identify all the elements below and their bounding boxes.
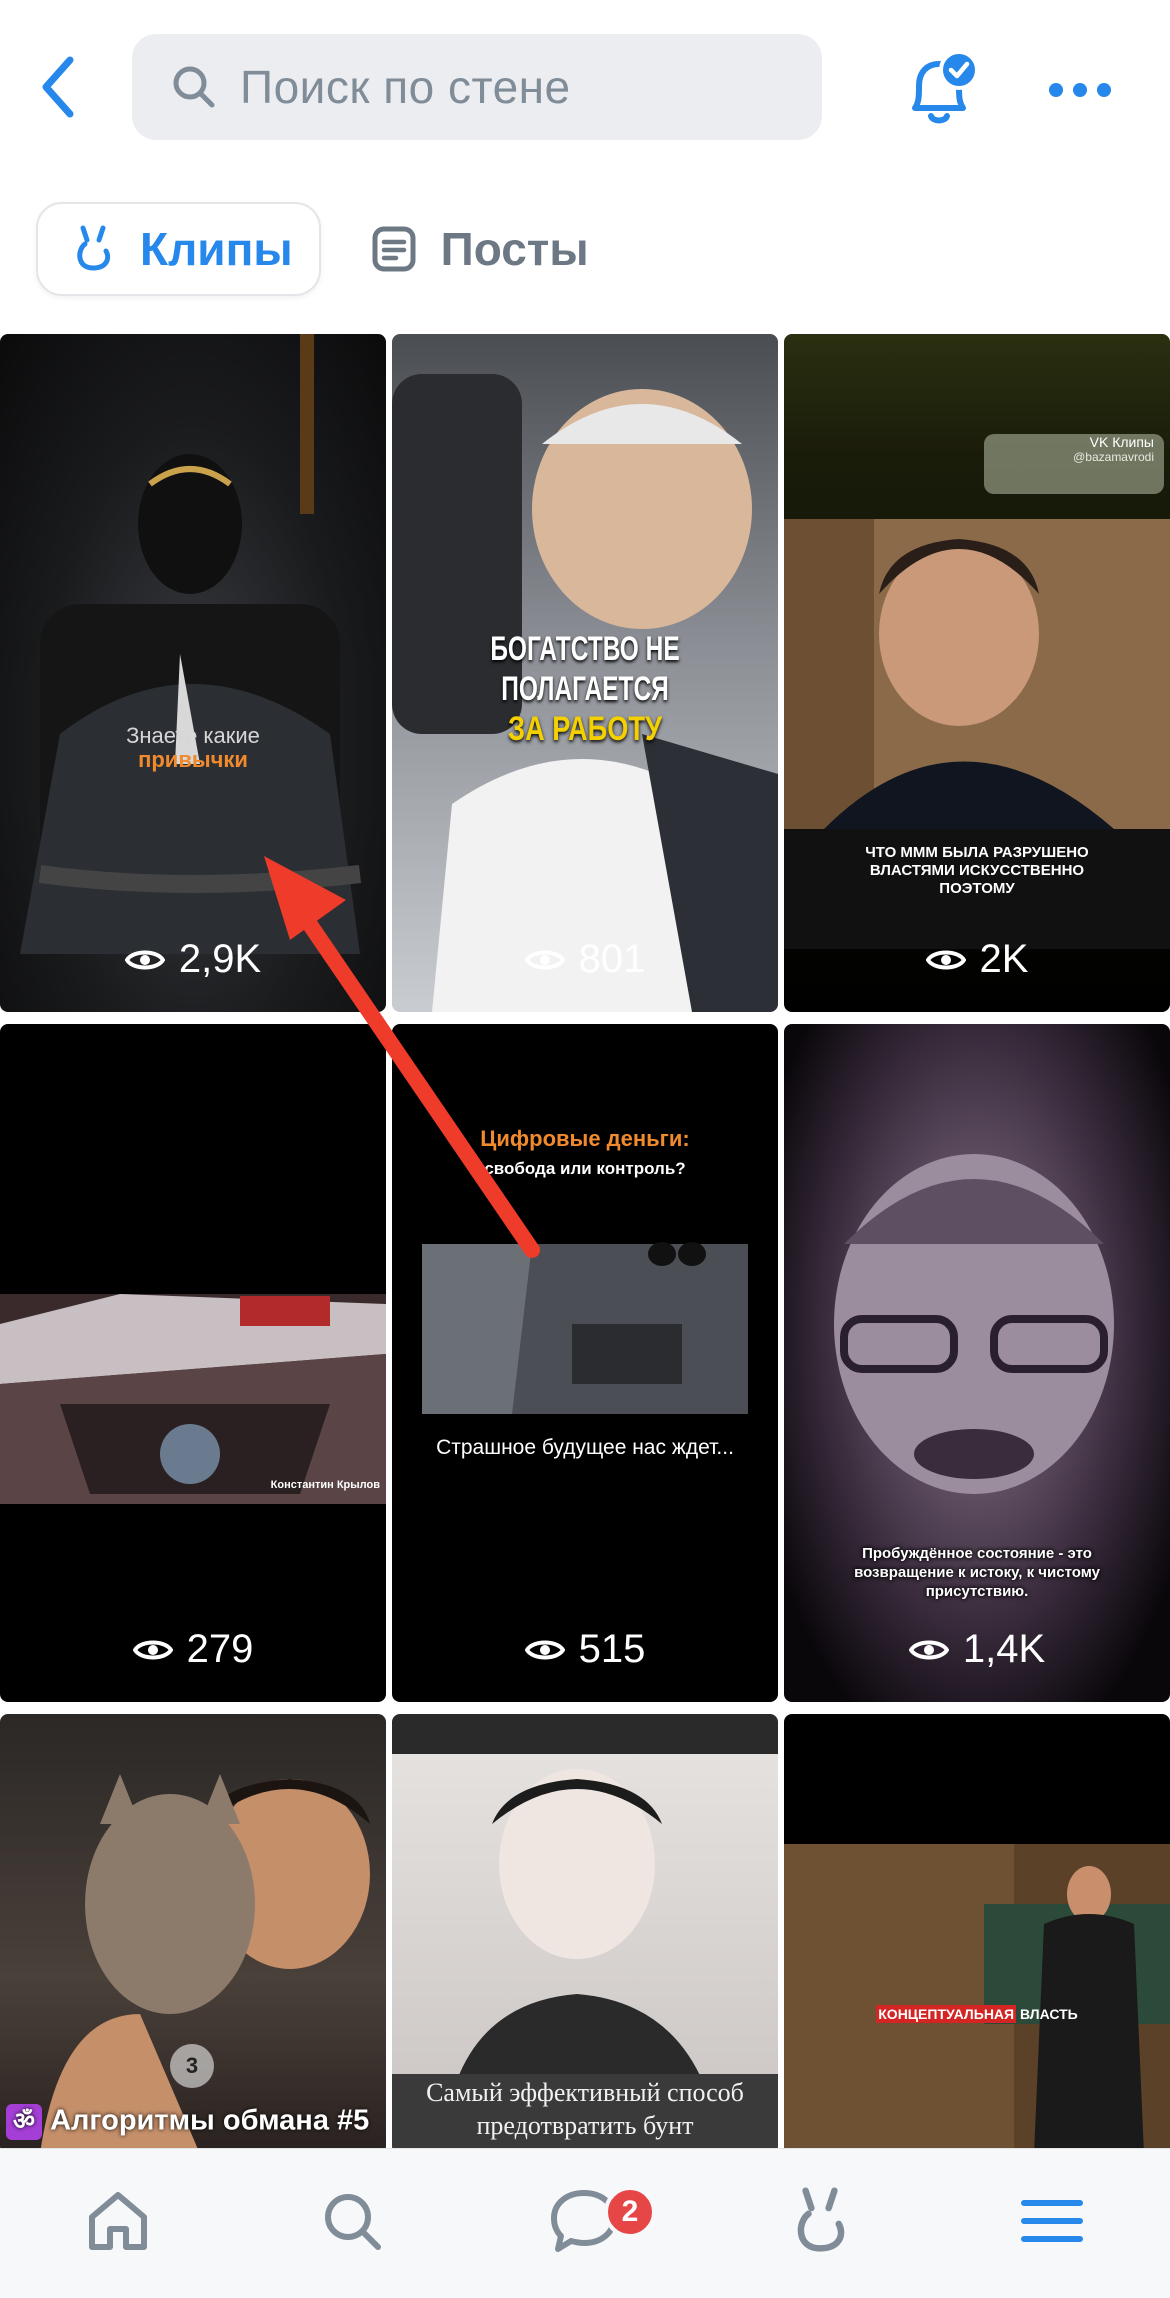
clip-tile[interactable]: Константин Крылов 279 bbox=[0, 1024, 386, 1702]
clip-tile[interactable]: БОГАТСТВО НЕ ПОЛАГАЕТСЯ ЗА РАБОТУ 801 bbox=[392, 334, 778, 1012]
clip-tile[interactable]: КОНЦЕПТУАЛЬНАЯ ВЛАСТЬ bbox=[784, 1714, 1170, 2154]
speaker-name-tag: Константин Крылов bbox=[270, 1479, 380, 1491]
views-counter: 515 bbox=[392, 1627, 778, 1672]
clip-caption: КОНЦЕПТУАЛЬНАЯ ВЛАСТЬ bbox=[876, 2005, 1078, 2023]
clip-thumbnail bbox=[40, 1774, 370, 2154]
clip-caption: Знаете какие привычки bbox=[126, 723, 260, 772]
more-dot-icon bbox=[1073, 83, 1087, 97]
views-counter: 279 bbox=[0, 1627, 386, 1672]
eye-icon bbox=[925, 950, 966, 969]
back-button[interactable] bbox=[28, 52, 88, 122]
clip-caption: Самый эффективный способ предотвратить б… bbox=[426, 2078, 744, 2140]
content-tabs: Клипы Посты bbox=[36, 202, 615, 296]
clip-caption: Страшное будущее нас ждет... bbox=[436, 1436, 734, 1459]
vk-clips-badge: VK Клипы @bazamavrodi bbox=[1073, 434, 1154, 464]
eye-icon bbox=[132, 1640, 173, 1659]
tab-posts[interactable]: Посты bbox=[339, 202, 615, 296]
eye-icon bbox=[524, 1640, 565, 1659]
clip-caption: ॐ Алгоритмы обмана #5 bbox=[6, 2104, 369, 2140]
clip-thumbnail bbox=[20, 334, 362, 954]
bell-check-icon bbox=[912, 50, 979, 124]
more-dot-icon bbox=[1049, 83, 1063, 97]
clip-counter-badge: 3 bbox=[170, 2044, 214, 2088]
nav-menu[interactable] bbox=[1012, 2181, 1092, 2261]
clips-icon bbox=[77, 225, 111, 271]
tab-clips-label: Клипы bbox=[140, 223, 293, 275]
more-button[interactable] bbox=[1040, 55, 1120, 125]
more-dot-icon bbox=[1097, 83, 1111, 97]
views-counter: 2K bbox=[784, 937, 1170, 982]
search-icon bbox=[325, 2194, 381, 2250]
views-counter: 1,4K bbox=[784, 1627, 1170, 1672]
clip-thumbnail bbox=[0, 1294, 386, 1504]
eye-icon bbox=[524, 950, 565, 969]
clips-icon bbox=[797, 2187, 845, 2252]
om-icon: ॐ bbox=[6, 2104, 42, 2140]
clip-thumbnail bbox=[784, 1844, 1170, 2154]
nav-home[interactable] bbox=[78, 2181, 158, 2261]
wall-search-input[interactable]: Поиск по стене bbox=[132, 34, 822, 140]
chevron-left-icon bbox=[42, 56, 74, 118]
notifications-button[interactable] bbox=[895, 50, 985, 130]
clip-caption: БОГАТСТВО НЕ ПОЛАГАЕТСЯ ЗА РАБОТУ bbox=[490, 630, 680, 748]
eye-icon bbox=[908, 1640, 949, 1659]
tab-posts-label: Посты bbox=[440, 223, 589, 275]
bottom-tab-bar bbox=[0, 2148, 1170, 2298]
search-placeholder: Поиск по стене bbox=[240, 61, 571, 113]
posts-icon bbox=[372, 226, 416, 272]
tab-clips[interactable]: Клипы bbox=[36, 202, 321, 296]
clip-tile[interactable]: Пробуждённое состояние - это возвращение… bbox=[784, 1024, 1170, 1702]
menu-icon bbox=[1021, 2200, 1083, 2242]
eye-icon bbox=[124, 950, 165, 969]
clip-caption: Пробуждённое состояние - это возвращение… bbox=[854, 1545, 1100, 1600]
messages-badge: 2 bbox=[604, 2186, 656, 2238]
nav-search[interactable] bbox=[312, 2181, 392, 2261]
home-icon bbox=[89, 2192, 147, 2250]
search-icon bbox=[173, 66, 215, 108]
nav-clips[interactable] bbox=[780, 2181, 860, 2261]
clip-caption: ЧТО МММ БЫЛА РАЗРУШЕНО ВЛАСТЯМИ ИСКУССТВ… bbox=[865, 844, 1089, 897]
views-counter: 801 bbox=[392, 937, 778, 982]
clip-tile[interactable]: VK Клипы @bazamavrodi ЧТО МММ БЫЛА РАЗРУ… bbox=[784, 334, 1170, 1012]
views-counter: 2,9K bbox=[0, 937, 386, 982]
clip-tile[interactable]: 3 ॐ Алгоритмы обмана #5 bbox=[0, 1714, 386, 2154]
clip-tile[interactable]: Цифровые деньги: свобода или контроль? С… bbox=[392, 1024, 778, 1702]
top-bar: Поиск по стене bbox=[0, 0, 1170, 180]
clip-tile[interactable]: Самый эффективный способ предотвратить б… bbox=[392, 1714, 778, 2154]
clip-tile[interactable]: Знаете какие привычки 2,9K bbox=[0, 334, 386, 1012]
clip-title: Цифровые деньги: свобода или контроль? bbox=[480, 1126, 690, 1178]
